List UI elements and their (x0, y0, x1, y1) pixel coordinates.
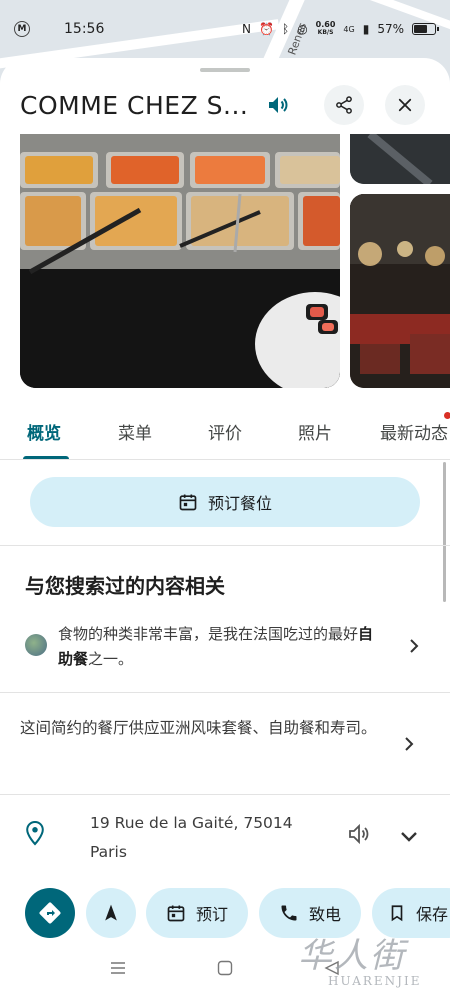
address-text: 19 Rue de la Gaité, 75014 Paris (90, 809, 320, 867)
start-navigation-button[interactable] (86, 888, 136, 938)
status-bar: M 15:56 N ⏰ ᛒ ◎ 0.60 KB/S 4G ▮ 57% (0, 0, 450, 58)
volume-icon[interactable] (264, 91, 292, 119)
place-title: COMME CHEZ S... (20, 90, 249, 120)
network-speed-value: 0.60 (315, 20, 336, 29)
status-time: 15:56 (64, 21, 105, 37)
related-section-title: 与您搜索过的内容相关 (25, 574, 225, 598)
review-text-part: 食物的种类非常丰富，是我在法国吃过的最好 (58, 625, 359, 643)
alarm-icon: ⏰ (259, 22, 274, 36)
address-row[interactable]: 19 Rue de la Gaité, 75014 Paris (0, 798, 450, 878)
call-label: 致电 (308, 905, 341, 924)
tab-menu[interactable]: 菜单 (118, 402, 152, 460)
drag-handle[interactable] (200, 68, 250, 72)
network-speed: 0.60 KB/S (316, 21, 336, 37)
buffet-photo[interactable] (20, 134, 340, 388)
address-line1: 19 Rue de la Gaité, 75014 (90, 814, 293, 832)
save-label: 保存 (416, 905, 449, 924)
tab-updates[interactable]: 最新动态 (380, 402, 448, 460)
recent-apps-icon[interactable] (110, 960, 126, 980)
watermark-text: 华人街 (298, 936, 406, 976)
close-button[interactable] (385, 85, 425, 125)
reserve-button[interactable]: 预订 (146, 888, 248, 938)
related-review-row[interactable]: 食物的种类非常丰富，是我在法国吃过的最好自助餐之一。 (0, 614, 450, 692)
address-line2: Paris (90, 843, 127, 861)
bluetooth-icon: ᛒ (281, 22, 290, 36)
tab-reviews[interactable]: 评价 (208, 402, 242, 460)
nfc-icon: N (242, 22, 252, 36)
place-header: COMME CHEZ S... (0, 80, 450, 130)
reserve-table-label: 预订餐位 (207, 494, 272, 513)
restaurant-interior-photo[interactable] (350, 194, 450, 388)
close-icon (398, 98, 412, 112)
photo-carousel[interactable] (0, 134, 450, 388)
tab-overview[interactable]: 概览 (27, 402, 61, 460)
directions-button[interactable] (25, 888, 75, 938)
battery-percent: 57% (377, 22, 404, 36)
hotspot-icon: ◎ (297, 22, 308, 36)
app-notification-icon: M (14, 21, 30, 37)
reviewer-avatar (25, 634, 47, 656)
network-type: 4G (343, 24, 355, 34)
reserve-table-button[interactable]: 预订餐位 (30, 477, 420, 527)
network-speed-unit: KB/S (317, 29, 334, 36)
share-icon (336, 96, 352, 114)
chevron-right-icon[interactable] (399, 734, 419, 754)
watermark: 华人街 HUARENJIE (298, 928, 448, 998)
navigation-arrow-icon (105, 904, 117, 921)
divider (0, 545, 450, 546)
divider (0, 794, 450, 795)
location-pin-icon (24, 820, 46, 850)
divider (0, 692, 450, 693)
chevron-down-icon[interactable] (400, 828, 418, 847)
chevron-right-icon[interactable] (404, 636, 424, 656)
calendar-icon (179, 494, 197, 511)
place-description: 这间简约的餐厅供应亚洲风味套餐、自助餐和寿司。 (20, 719, 377, 737)
read-address-volume-icon[interactable] (346, 822, 372, 850)
related-review-text: 食物的种类非常丰富，是我在法国吃过的最好自助餐之一。 (58, 622, 378, 672)
battery-icon (412, 23, 439, 35)
scrollbar[interactable] (443, 462, 446, 602)
tab-photos[interactable]: 照片 (298, 402, 332, 460)
reserve-label: 预订 (195, 905, 228, 924)
phone-icon (281, 905, 297, 921)
directions-icon (39, 902, 61, 924)
review-text-part: 之一。 (88, 650, 134, 668)
watermark-subtext: HUARENJIE (328, 974, 422, 988)
calendar-icon (167, 905, 185, 922)
updates-notification-dot (444, 412, 450, 419)
share-button[interactable] (324, 85, 364, 125)
home-icon[interactable] (217, 960, 233, 980)
active-tab-indicator (23, 456, 69, 459)
restaurant-photo-top[interactable] (350, 134, 450, 184)
bookmark-icon (391, 905, 403, 922)
tab-bar: 概览 菜单 评价 照片 最新动态 (0, 402, 450, 460)
place-sheet: COMME CHEZ S... 概览 菜单 评价 照片 最新动态 预订餐位 与您… (0, 58, 450, 1000)
signal-icon: ▮ (362, 22, 370, 36)
